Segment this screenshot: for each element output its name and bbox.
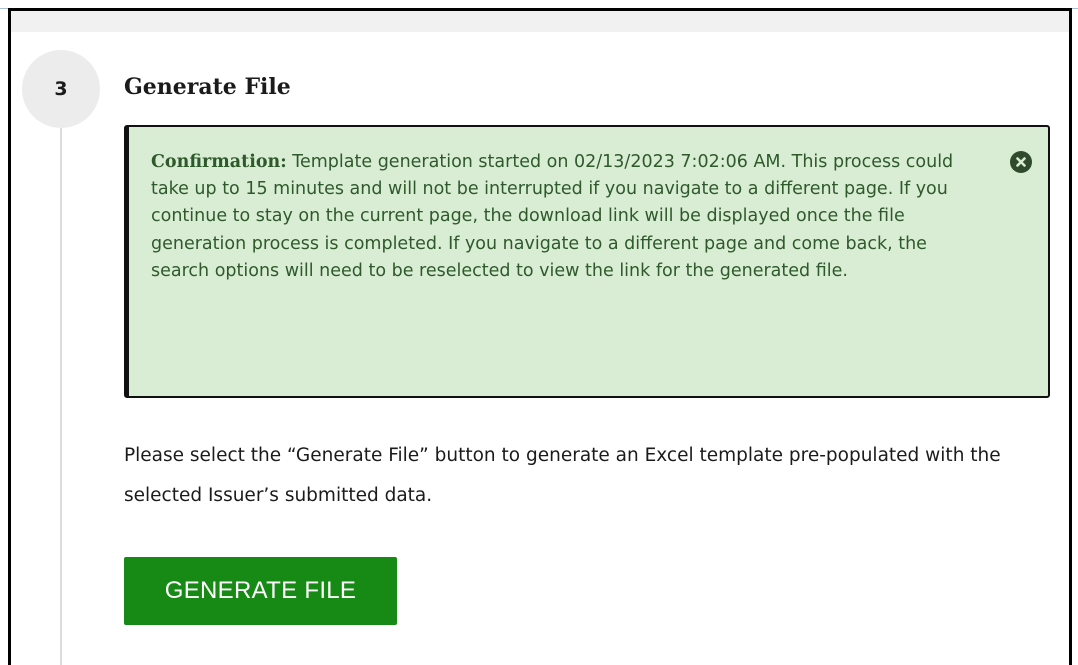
alert-label: Confirmation: (151, 152, 287, 172)
generate-file-button[interactable]: GENERATE FILE (124, 557, 397, 625)
step-title: Generate File (124, 74, 291, 100)
step-connector-line (60, 128, 62, 665)
instructions-text: Please select the “Generate File” button… (124, 445, 1001, 506)
page-frame: 3 Generate File Confirmation: Template g… (0, 0, 1078, 665)
step-number-badge: 3 (22, 50, 100, 128)
close-icon[interactable] (1010, 151, 1032, 173)
confirmation-alert: Confirmation: Template generation starte… (124, 125, 1050, 398)
alert-message: Confirmation: Template generation starte… (151, 149, 971, 285)
close-x-glyph (1016, 157, 1026, 167)
